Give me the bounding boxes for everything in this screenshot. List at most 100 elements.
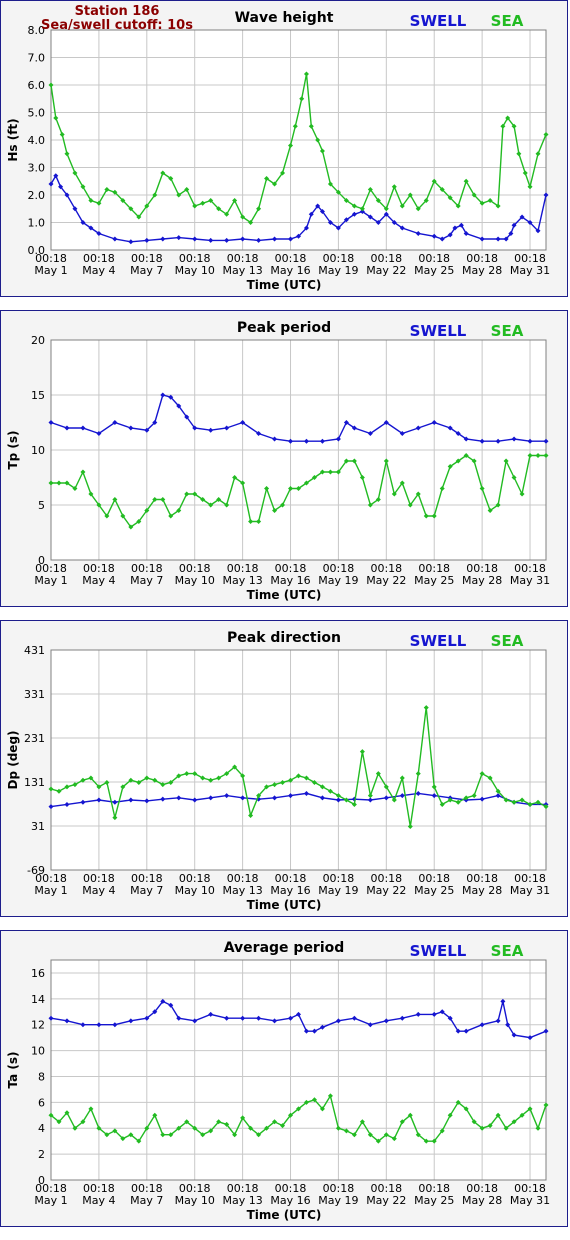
x-tick-date: May 22 [366, 1194, 406, 1207]
x-tick-date: May 19 [318, 884, 358, 897]
x-tick-date: May 7 [130, 264, 163, 277]
legend-sea: SEA [491, 632, 524, 650]
x-tick-date: May 28 [462, 884, 502, 897]
x-axis-label: Time (UTC) [247, 1208, 322, 1222]
legend-swell: SWELL [410, 942, 467, 960]
x-tick-date: May 31 [510, 574, 550, 587]
legend-swell: SWELL [410, 632, 467, 650]
y-tick-label: 1.0 [28, 217, 46, 230]
y-tick-label: 10 [31, 1045, 45, 1058]
chart-title: Wave height [235, 10, 334, 26]
x-tick-date: May 7 [130, 884, 163, 897]
x-tick-date: May 1 [34, 264, 67, 277]
x-tick-date: May 19 [318, 264, 358, 277]
station-name: Station 186 [75, 4, 160, 19]
plot-area [51, 650, 546, 870]
x-tick-date: May 10 [175, 574, 215, 587]
x-tick-date: May 4 [82, 264, 115, 277]
x-tick-date: May 16 [270, 1194, 310, 1207]
x-tick-date: May 16 [270, 264, 310, 277]
x-tick-date: May 10 [175, 1194, 215, 1207]
x-tick-date: May 16 [270, 884, 310, 897]
legend-sea: SEA [491, 12, 524, 30]
x-tick-date: May 25 [414, 884, 454, 897]
legend-sea: SEA [491, 942, 524, 960]
x-tick-date: May 25 [414, 264, 454, 277]
x-tick-date: May 28 [462, 264, 502, 277]
x-axis-label: Time (UTC) [247, 278, 322, 292]
y-tick-label: 4.0 [28, 134, 46, 147]
x-tick-date: May 13 [222, 264, 262, 277]
x-tick-date: May 22 [366, 884, 406, 897]
y-tick-label: 4 [38, 1122, 45, 1135]
y-tick-label: 131 [24, 776, 45, 789]
y-tick-label: 6.0 [28, 79, 46, 92]
y-tick-label: 7.0 [28, 52, 46, 65]
y-tick-label: 15 [31, 389, 45, 402]
y-tick-label: 10 [31, 444, 45, 457]
average-period-panel: 0 2 4 6 8 10 12 14 16 00:18 May 1 00:18 May 4 00:18 Ma… [0, 930, 568, 1227]
y-tick-label: 2.0 [28, 189, 46, 202]
y-tick-label: 231 [24, 732, 45, 745]
x-tick-date: May 31 [510, 884, 550, 897]
y-axis-label: Tp (s) [6, 430, 20, 469]
x-tick-date: May 1 [34, 574, 67, 587]
peak-period-chart: 0510152000:18May 100:18May 400:18May 700… [6, 320, 550, 602]
x-tick-date: May 25 [414, 1194, 454, 1207]
x-tick-date: May 7 [130, 1194, 163, 1207]
x-tick-date: May 4 [82, 1194, 115, 1207]
x-tick-date: May 1 [34, 1194, 67, 1207]
x-tick-date: May 4 [82, 884, 115, 897]
legend-sea: SEA [491, 322, 524, 340]
x-tick-date: May 7 [130, 574, 163, 587]
y-tick-label: 16 [31, 967, 45, 980]
x-tick-date: May 28 [462, 1194, 502, 1207]
x-tick-date: May 13 [222, 884, 262, 897]
x-tick-date: May 10 [175, 884, 215, 897]
average-period-chart: 024681012141600:18May 100:18May 400:18Ma… [6, 940, 550, 1222]
y-tick-label: 2 [38, 1148, 45, 1161]
x-tick-date: May 28 [462, 574, 502, 587]
x-tick-date: May 1 [34, 884, 67, 897]
x-axis-label: Time (UTC) [247, 898, 322, 912]
cutoff-note: Sea/swell cutoff: 10s [41, 18, 193, 33]
legend-swell: SWELL [410, 322, 467, 340]
y-tick-label: 3.0 [28, 162, 46, 175]
y-tick-label: 5 [38, 499, 45, 512]
chart-title: Average period [224, 940, 345, 956]
y-axis-label: Ta (s) [6, 1051, 20, 1088]
chart-title: Peak direction [227, 630, 341, 646]
x-tick-date: May 22 [366, 574, 406, 587]
x-tick-date: May 4 [82, 574, 115, 587]
x-tick-date: May 13 [222, 1194, 262, 1207]
wave-height-chart: 0.01.02.03.04.05.06.07.08.000:18May 100:… [6, 4, 550, 292]
x-tick-date: May 19 [318, 574, 358, 587]
x-tick-date: May 25 [414, 574, 454, 587]
x-axis-label: Time (UTC) [247, 588, 322, 602]
legend-swell: SWELL [410, 12, 467, 30]
x-tick-date: May 22 [366, 264, 406, 277]
y-axis-label: Dp (deg) [6, 730, 20, 789]
peak-period-panel: 0 5 10 15 20 00:18 May 1 00:18 May 4 00:18 May 7 00… [0, 310, 568, 607]
peak-direction-panel: -69 31 131 231 331 431 00:18 May 1 00:18 May 4 00:… [0, 620, 568, 917]
y-tick-label: 6 [38, 1096, 45, 1109]
y-tick-label: 31 [31, 820, 45, 833]
x-tick-date: May 19 [318, 1194, 358, 1207]
y-tick-label: 331 [24, 688, 45, 701]
y-tick-label: 12 [31, 1019, 45, 1032]
plot-area [51, 960, 546, 1180]
chart-title: Peak period [237, 320, 331, 336]
peak-direction-chart: -693113123133143100:18May 100:18May 400:… [6, 630, 550, 912]
y-tick-label: 5.0 [28, 107, 46, 120]
x-tick-date: May 16 [270, 574, 310, 587]
y-tick-label: 14 [31, 993, 45, 1006]
wave-height-panel: 0.0 1.0 2.0 3.0 4.0 5.0 6.0 7.0 8.0 00:18 May 1 00:… [0, 0, 568, 297]
y-axis-label: Hs (ft) [6, 118, 20, 161]
x-tick-date: May 31 [510, 264, 550, 277]
x-tick-date: May 13 [222, 574, 262, 587]
y-tick-label: 8 [38, 1070, 45, 1083]
y-tick-label: 431 [24, 644, 45, 657]
x-tick-date: May 31 [510, 1194, 550, 1207]
y-tick-label: 20 [31, 334, 45, 347]
x-tick-date: May 10 [175, 264, 215, 277]
